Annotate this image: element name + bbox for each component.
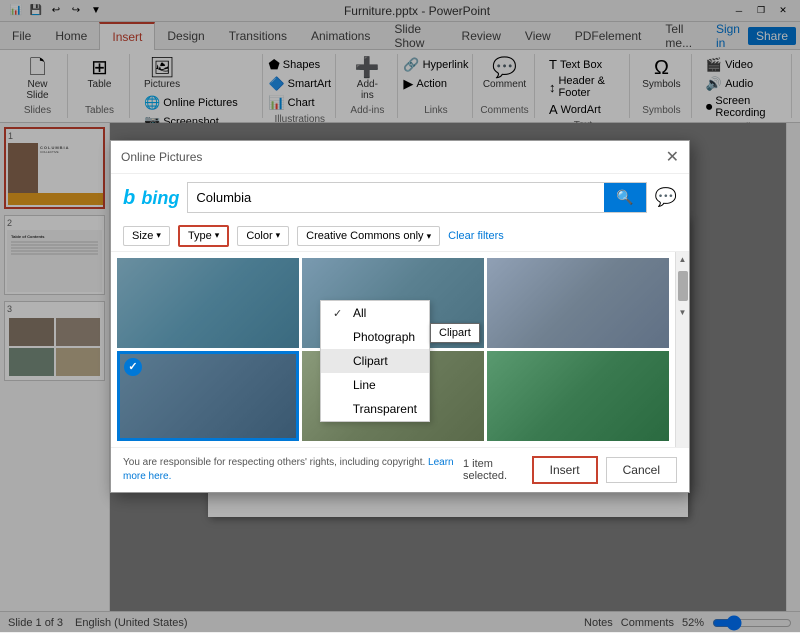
selected-count: 1 item selected. (463, 458, 524, 482)
type-dropdown: ✓ All Photograph Clipart Line Transparen… (320, 300, 430, 422)
footer-note-text: You are responsible for respecting other… (123, 457, 425, 468)
clipart-tooltip: Clipart (430, 323, 480, 343)
cancel-button[interactable]: Cancel (606, 457, 677, 483)
bing-search-button[interactable]: 🔍 (604, 183, 645, 212)
clear-filters-link[interactable]: Clear filters (448, 230, 504, 242)
scroll-down-button[interactable]: ▼ (676, 305, 689, 320)
image-item-3[interactable] (487, 258, 669, 348)
dialog-title-label: Online Pictures (121, 150, 202, 164)
images-scrollbar[interactable]: ▲ ▼ (675, 252, 689, 447)
dialog-close-button[interactable]: ✕ (666, 147, 679, 167)
bing-message-icon[interactable]: 💬 (655, 187, 677, 208)
dropdown-item-photograph[interactable]: Photograph (321, 325, 429, 349)
footer-actions: 1 item selected. Insert Cancel (463, 456, 677, 484)
bing-dialog: Online Pictures ✕ b bing 🔍 💬 Size ▾ Type (110, 140, 690, 493)
dropdown-label-clipart: Clipart (353, 354, 388, 368)
image-item-6[interactable] (487, 351, 669, 441)
dropdown-label-line: Line (353, 378, 376, 392)
color-filter-arrow: ▾ (276, 230, 281, 241)
dialog-footer: You are responsible for respecting other… (111, 447, 689, 492)
clipart-tooltip-text: Clipart (439, 327, 471, 339)
selected-checkmark: ✓ (124, 358, 142, 376)
color-filter-label: Color (246, 230, 272, 242)
type-filter-arrow: ▾ (215, 230, 220, 241)
size-filter-button[interactable]: Size ▾ (123, 226, 170, 246)
size-filter-label: Size (132, 230, 153, 242)
bing-header: b bing 🔍 💬 (111, 174, 689, 221)
dropdown-item-line[interactable]: Line (321, 373, 429, 397)
type-filter-label: Type (188, 230, 212, 242)
color-filter-button[interactable]: Color ▾ (237, 226, 289, 246)
insert-button[interactable]: Insert (532, 456, 598, 484)
filter-bar: Size ▾ Type ▾ Color ▾ Creative Commons o… (111, 221, 689, 252)
scroll-thumb[interactable] (678, 271, 688, 301)
bing-search-input[interactable] (188, 184, 604, 211)
dropdown-item-clipart[interactable]: Clipart (321, 349, 429, 373)
check-all: ✓ (333, 307, 347, 320)
dropdown-item-all[interactable]: ✓ All (321, 301, 429, 325)
dialog-titlebar: Online Pictures ✕ (111, 141, 689, 174)
image-item-1[interactable] (117, 258, 299, 348)
creative-filter-arrow: ▾ (427, 231, 432, 241)
dialog-overlay: Online Pictures ✕ b bing 🔍 💬 Size ▾ Type (0, 0, 800, 632)
dropdown-label-photograph: Photograph (353, 330, 415, 344)
creative-commons-label: Creative Commons only (306, 230, 423, 242)
type-filter-button[interactable]: Type ▾ (178, 225, 229, 247)
footer-note: You are responsible for respecting other… (123, 456, 463, 484)
size-filter-arrow: ▾ (156, 230, 161, 241)
scroll-up-button[interactable]: ▲ (676, 252, 689, 267)
image-item-4[interactable]: ✓ (117, 351, 299, 441)
bing-logo: b bing (123, 184, 179, 210)
bing-search-box: 🔍 (187, 182, 646, 213)
dropdown-label-transparent: Transparent (353, 402, 417, 416)
creative-commons-filter[interactable]: Creative Commons only ▾ (297, 226, 440, 246)
dropdown-label-all: All (353, 306, 366, 320)
dropdown-item-transparent[interactable]: Transparent (321, 397, 429, 421)
